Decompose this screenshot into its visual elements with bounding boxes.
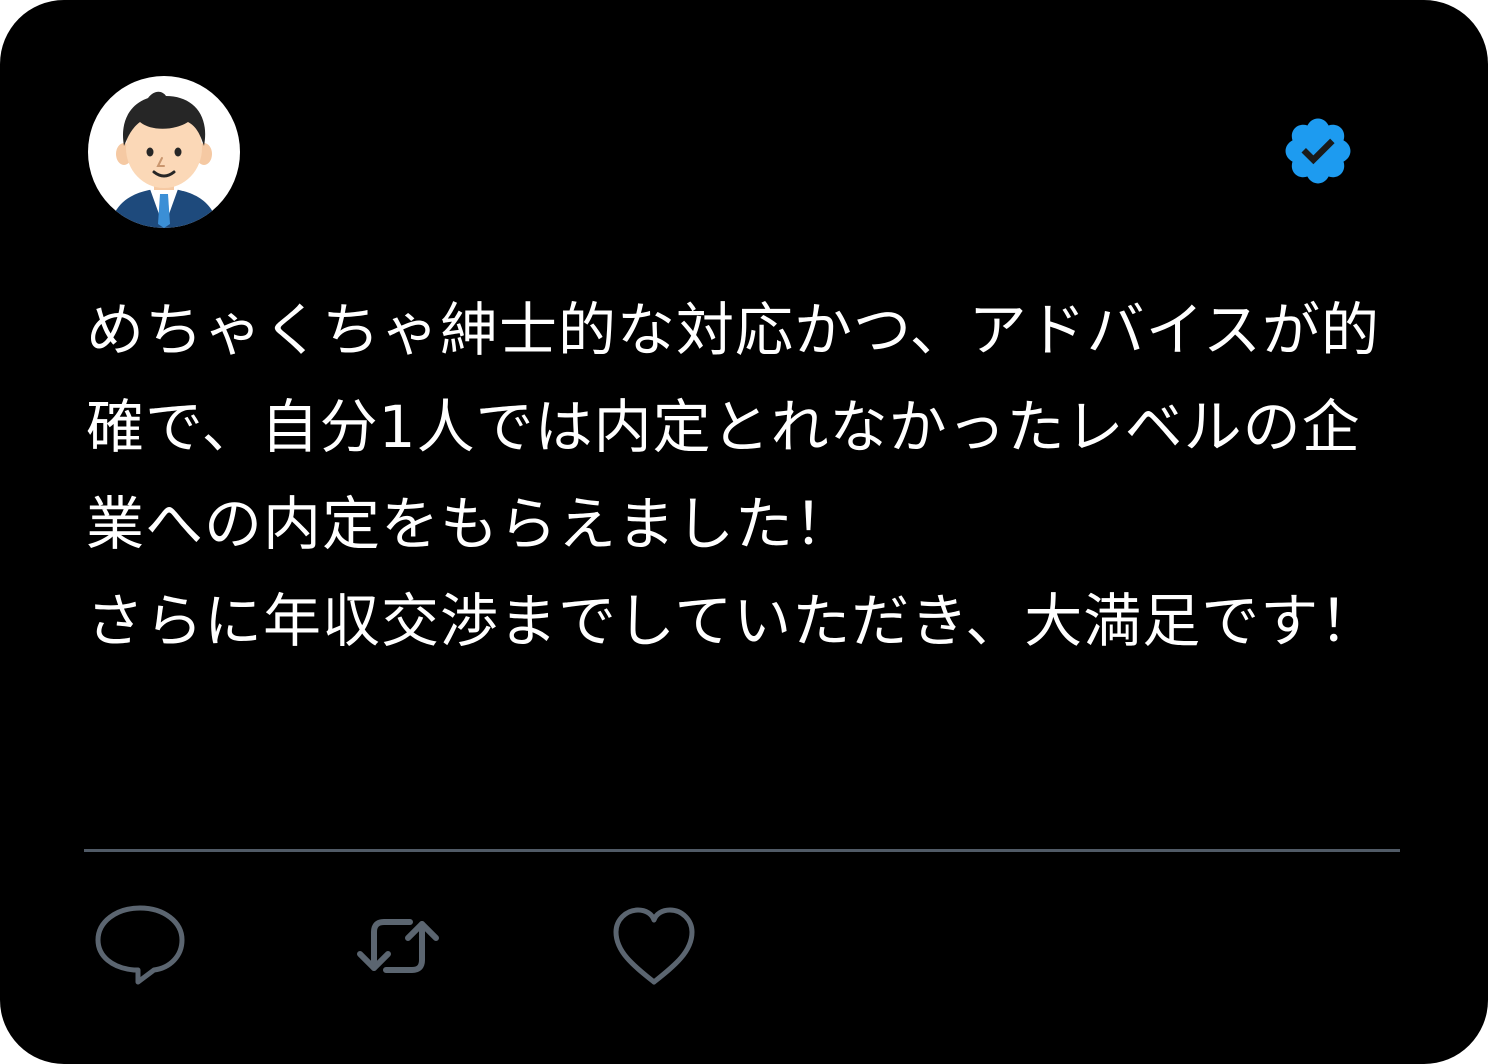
tweet-text: めちゃくちゃ紳士的な対応かつ、アドバイスが的確で、自分1人では内定とれなかったレ… <box>86 296 1380 655</box>
reply-button[interactable] <box>90 896 190 996</box>
avatar[interactable] <box>88 76 240 228</box>
tweet-card: めちゃくちゃ紳士的な対応かつ、アドバイスが的確で、自分1人では内定とれなかったレ… <box>0 0 1488 1064</box>
verified-badge <box>1280 113 1356 189</box>
divider <box>84 849 1400 852</box>
verified-badge-icon <box>1285 118 1351 184</box>
reply-icon <box>95 905 185 985</box>
retweet-button[interactable] <box>348 896 448 996</box>
like-button[interactable] <box>604 896 704 996</box>
businessman-avatar-icon <box>110 91 218 228</box>
retweet-icon <box>357 919 439 973</box>
heart-icon <box>613 907 695 985</box>
